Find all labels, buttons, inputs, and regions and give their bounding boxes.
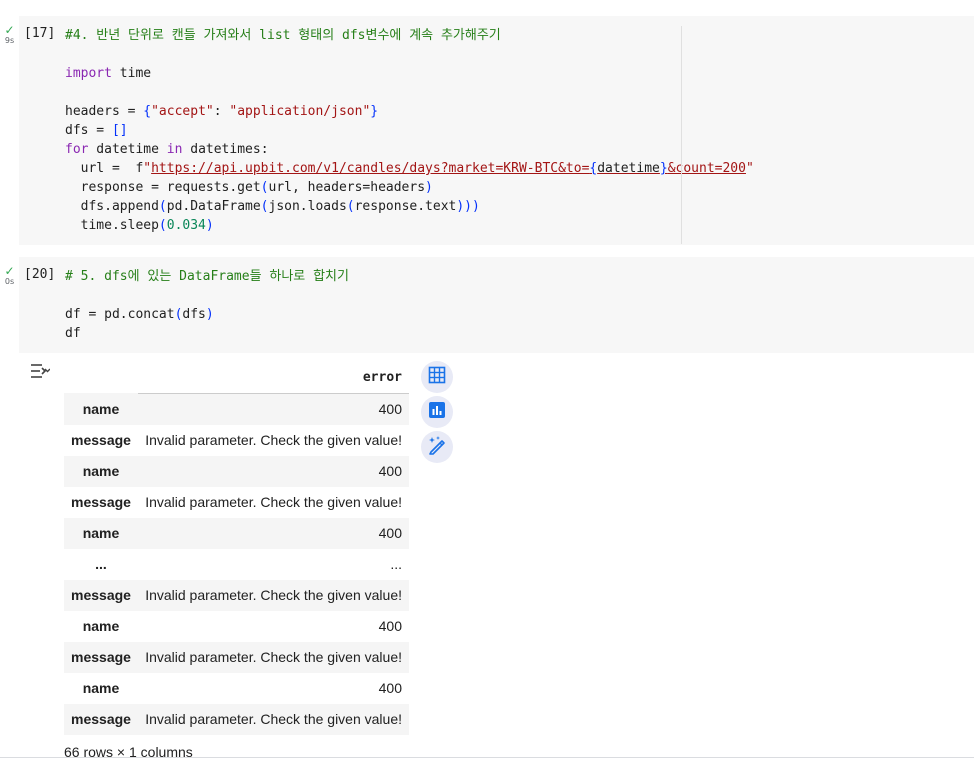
code-token: time xyxy=(111,66,152,81)
ruler-line xyxy=(681,26,682,244)
bracket: ))) xyxy=(456,199,480,214)
column-header: error xyxy=(137,362,409,394)
keyword: for xyxy=(65,142,89,157)
row-index-label: message xyxy=(64,703,138,735)
row-index-label: name xyxy=(64,455,138,487)
generate-code-button[interactable] xyxy=(421,431,453,463)
table-row: ...... xyxy=(64,549,409,580)
suggest-charts-button[interactable] xyxy=(421,396,453,428)
string-literal: " xyxy=(143,161,152,176)
string-literal: "accept" xyxy=(151,104,214,119)
row-value: Invalid parameter. Check the given value… xyxy=(137,703,409,735)
table-row: name 400 xyxy=(64,517,409,549)
bracket: ) xyxy=(205,218,214,233)
row-index-label: message xyxy=(64,579,138,611)
row-value: 400 xyxy=(137,517,409,549)
bracket: ( xyxy=(260,180,269,195)
dataframe-table: error name 400 message Invalid parameter. C… xyxy=(64,362,409,735)
bracket: ) xyxy=(425,180,433,195)
row-index-label: message xyxy=(71,494,131,510)
row-index-label: name xyxy=(64,393,138,425)
number-literal: 0.034 xyxy=(166,218,206,233)
check-icon: ✓ xyxy=(4,264,15,278)
execution-count: [17] xyxy=(24,26,56,41)
url-link[interactable]: https://api.upbit.com/v1/candles/days?ma… xyxy=(151,161,589,176)
row-index-label: name xyxy=(82,680,120,696)
bracket: ) xyxy=(205,307,214,322)
bracket: { xyxy=(143,104,152,119)
code-editor[interactable]: # 5. dfs에 있는 DataFrame들 하나로 합치기 df = pd.c… xyxy=(65,267,349,343)
string-literal: "application/json" xyxy=(229,104,371,119)
code-token: df = pd.concat xyxy=(65,307,175,322)
keyword: import xyxy=(65,66,112,81)
bracket: } xyxy=(370,104,379,119)
table-row: name 400 xyxy=(64,393,409,425)
code-token: pd.DataFrame xyxy=(166,199,261,214)
table-row: name 400 xyxy=(64,673,409,704)
code-token: response = requests.get xyxy=(65,180,261,195)
cell-duration: 9s xyxy=(4,36,15,45)
code-token: time.sleep xyxy=(65,218,159,233)
table-row: message Invalid parameter. Check the give… xyxy=(64,579,409,611)
magic-pen-icon xyxy=(427,435,447,460)
table-icon xyxy=(428,366,446,389)
row-value: 400 xyxy=(378,680,402,696)
row-value: ... xyxy=(390,556,402,572)
cell-status: ✓ 0s xyxy=(0,265,19,286)
row-index-label: name xyxy=(64,517,138,549)
table-row: message Invalid parameter. Check the give… xyxy=(64,487,409,518)
keyword: in xyxy=(166,142,183,157)
code-token: response.text xyxy=(354,199,457,214)
code-editor[interactable]: #4. 반년 단위로 캔들 가져와서 list 형태의 dfs변수에 계속 추가… xyxy=(65,26,754,235)
divider xyxy=(0,757,974,758)
row-index-label: ... xyxy=(95,556,107,572)
table-row: message Invalid parameter. Check the give… xyxy=(64,425,409,456)
row-value: Invalid parameter. Check the given value… xyxy=(137,641,409,673)
string-literal: " xyxy=(745,161,754,176)
bracket: ( xyxy=(346,199,355,214)
table-row: message Invalid parameter. Check the give… xyxy=(64,641,409,673)
bracket: } xyxy=(659,161,668,176)
cell-status: ✓ 9s xyxy=(0,24,19,45)
bracket: [] xyxy=(111,123,128,138)
index-header xyxy=(64,362,138,393)
code-comment: # 5. dfs에 있는 DataFrame들 하나로 합치기 xyxy=(65,269,349,284)
code-token: dfs xyxy=(182,307,206,322)
output-actions-icon[interactable] xyxy=(30,362,51,380)
code-token: datetime xyxy=(597,161,660,176)
table-row: name 400 xyxy=(64,611,409,642)
code-token: dfs = xyxy=(65,123,112,138)
check-icon: ✓ xyxy=(4,23,15,37)
row-value: 400 xyxy=(137,393,409,425)
row-index-label: message xyxy=(64,641,138,673)
bracket: ( xyxy=(158,218,167,233)
code-token: json.loads xyxy=(268,199,347,214)
code-token: : xyxy=(213,104,230,119)
execution-count: [20] xyxy=(24,267,56,282)
bracket: ( xyxy=(260,199,269,214)
string-literal: &count=200 xyxy=(667,161,746,176)
code-token: df xyxy=(65,326,81,341)
table-row: message Invalid parameter. Check the give… xyxy=(64,703,409,735)
code-token: url = f xyxy=(65,161,144,176)
convert-to-table-button[interactable] xyxy=(421,361,453,393)
code-comment: #4. 반년 단위로 캔들 가져와서 list 형태의 dfs변수에 계속 추가… xyxy=(65,28,501,43)
code-token: datetime xyxy=(88,142,167,157)
bracket: ( xyxy=(158,199,167,214)
row-value: Invalid parameter. Check the given value… xyxy=(137,579,409,611)
chart-icon xyxy=(428,401,446,424)
code-token: url, headers=headers xyxy=(268,180,426,195)
code-token: headers = xyxy=(65,104,144,119)
row-value: Invalid parameter. Check the given value… xyxy=(145,432,402,448)
table-header-row: error xyxy=(64,362,409,394)
code-token: dfs.append xyxy=(65,199,159,214)
row-value: 400 xyxy=(137,455,409,487)
row-index-label: name xyxy=(82,618,120,634)
code-token: datetimes: xyxy=(182,142,269,157)
row-value: 400 xyxy=(378,618,402,634)
row-index-label: message xyxy=(71,432,131,448)
table-row: name 400 xyxy=(64,455,409,487)
cell-duration: 0s xyxy=(4,277,15,286)
row-value: Invalid parameter. Check the given value… xyxy=(145,494,402,510)
